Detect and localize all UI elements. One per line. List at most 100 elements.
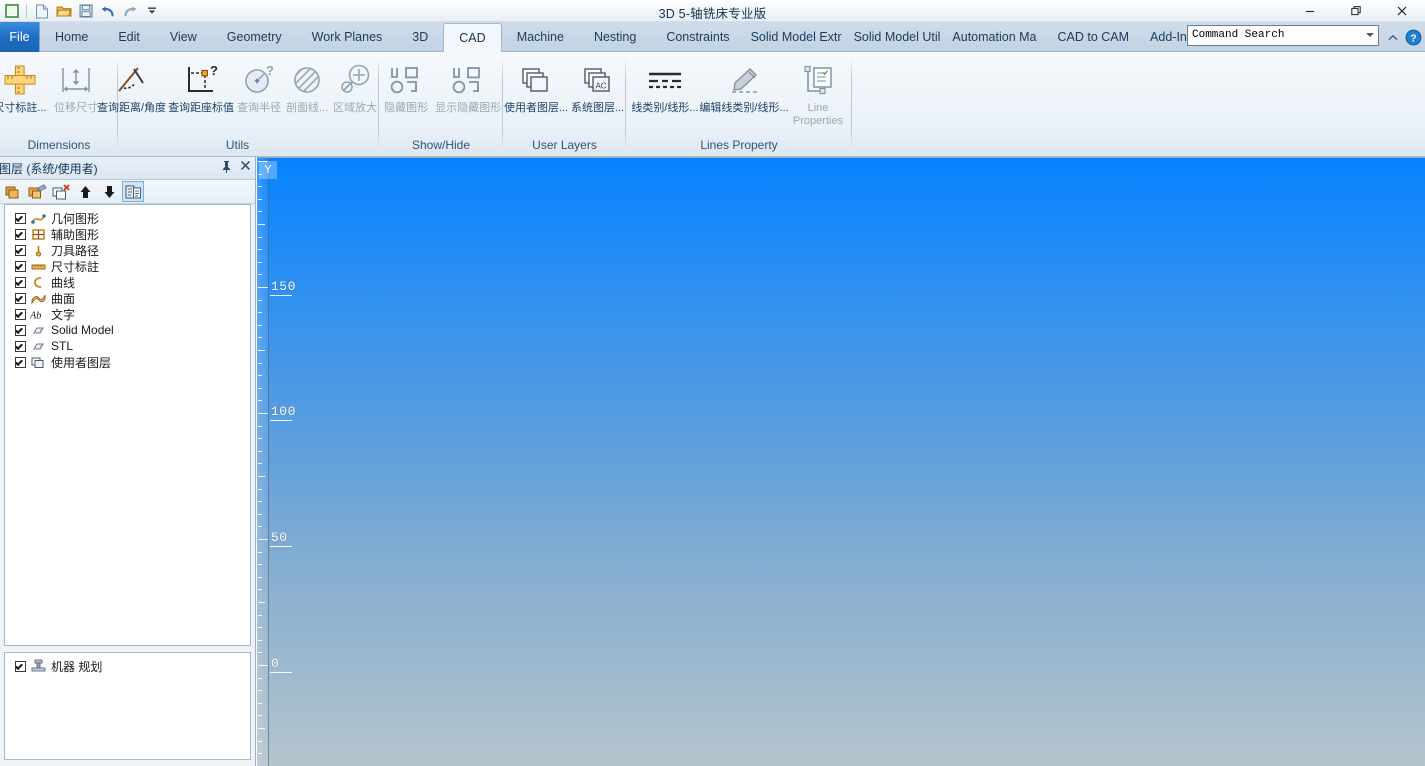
solid-model-icon xyxy=(30,323,47,337)
close-icon[interactable] xyxy=(240,160,251,176)
layer-row[interactable]: STL xyxy=(5,338,250,354)
layer-row[interactable]: 几何图形 xyxy=(5,210,250,226)
tab-label: CAD xyxy=(459,31,486,45)
ribbon-button-hatch-section[interactable]: 剖面线... xyxy=(283,56,331,114)
ribbon-button-query-distance-angle[interactable]: 查询距离/角度 xyxy=(96,56,167,114)
layer-checkbox[interactable] xyxy=(15,260,26,272)
ruler-tick xyxy=(258,438,262,439)
tab-nesting[interactable]: Nesting xyxy=(579,22,651,52)
ruler-tick xyxy=(258,501,262,502)
layer-properties-icon[interactable] xyxy=(122,181,144,202)
ruler-tick xyxy=(258,627,262,628)
layers-panel: 图层 (系统/使用者) 几何图形 辅助图形 刀具路径 尺寸标註曲线 曲面 Ab … xyxy=(0,157,256,766)
ribbon-button-query-coordinate[interactable]: ? 查询距座标值 xyxy=(167,56,235,114)
layer-row[interactable]: 使用者图层 xyxy=(5,354,250,370)
layer-checkbox[interactable] xyxy=(15,228,26,240)
cad-viewport[interactable]: Y 150 100 50 0 xyxy=(257,158,1425,766)
minimize-button[interactable] xyxy=(1287,0,1333,22)
ruler-tick xyxy=(258,274,262,275)
layer-checkbox[interactable] xyxy=(15,244,26,256)
layer-checkbox[interactable] xyxy=(15,308,26,320)
layer-label: Solid Model xyxy=(51,323,114,337)
tab-cad[interactable]: CAD xyxy=(443,23,502,53)
minimize-ribbon-icon[interactable] xyxy=(1383,28,1403,48)
tab-automation-ma[interactable]: Automation Ma xyxy=(946,22,1042,52)
layer-label: 刀具路径 xyxy=(51,243,100,258)
new-layer-icon[interactable] xyxy=(2,181,24,202)
ribbon-button-zoom-region[interactable]: 区域放大 xyxy=(331,56,379,114)
restore-button[interactable] xyxy=(1333,0,1379,22)
layer-row[interactable]: 尺寸标註 xyxy=(5,258,250,274)
tab-geometry[interactable]: Geometry xyxy=(212,22,297,52)
ruler-tick xyxy=(258,300,262,301)
ruler-tick xyxy=(258,526,262,527)
tab-solid-model-extr[interactable]: Solid Model Extr xyxy=(745,22,848,52)
ribbon-button-hide-shapes[interactable]: 隐藏图形 xyxy=(379,56,433,114)
layer-checkbox[interactable] xyxy=(15,276,26,288)
tab-work-planes[interactable]: Work Planes xyxy=(297,22,398,52)
layers-tree[interactable]: 几何图形 辅助图形 刀具路径 尺寸标註 曲线 曲面 Ab 文字 Solid Model STL 使用… xyxy=(4,204,251,646)
ribbon-button-line-type[interactable]: 线类别/线形... xyxy=(629,56,701,114)
layer-row[interactable]: Solid Model xyxy=(5,322,250,338)
ruler-tick xyxy=(258,552,262,553)
ruler-tick xyxy=(258,652,262,653)
stl-icon xyxy=(30,339,47,353)
layer-label: 辅助图形 xyxy=(51,227,100,242)
layer-row[interactable]: 机器 规划 xyxy=(5,658,250,674)
ribbon-label: 显示隐藏图形 xyxy=(435,102,502,114)
ribbon-button-line-properties[interactable]: Line Properties xyxy=(787,56,849,128)
tab-3d[interactable]: 3D xyxy=(397,22,443,52)
tab-file[interactable]: File xyxy=(0,22,40,52)
ribbon-button-dimension-annotate[interactable]: 尺寸标註... xyxy=(0,56,48,114)
chevron-down-icon[interactable] xyxy=(1366,33,1374,37)
close-button[interactable] xyxy=(1379,0,1425,22)
machine-plan-box[interactable]: 机器 规划 xyxy=(4,652,251,760)
tab-cad-to-cam[interactable]: CAD to CAM xyxy=(1043,22,1145,52)
help-question-icon[interactable]: ? xyxy=(1403,27,1423,47)
ruler-tick xyxy=(258,199,262,200)
layer-row[interactable]: 曲面 xyxy=(5,290,250,306)
layer-row[interactable]: 辅助图形 xyxy=(5,226,250,242)
ribbon-button-edit-line-type[interactable]: 编辑线类别/线形... xyxy=(699,56,789,114)
tab-home[interactable]: Home xyxy=(40,22,103,52)
ruler-tick xyxy=(258,451,262,452)
layer-checkbox[interactable] xyxy=(15,356,26,368)
layer-row[interactable]: 刀具路径 xyxy=(5,242,250,258)
arrow-down-icon[interactable] xyxy=(98,181,120,202)
ribbon-group-name: User Layers xyxy=(532,138,597,152)
ribbon-button-show-hidden-shapes[interactable]: 显示隐藏图形 xyxy=(433,56,503,114)
layer-checkbox[interactable] xyxy=(15,660,26,672)
layer-checkbox[interactable] xyxy=(15,212,26,224)
tab-view[interactable]: View xyxy=(155,22,212,52)
ribbon-label: 查询距离/角度 xyxy=(97,102,167,114)
ruler-tick xyxy=(258,388,262,389)
ruler-major-mark xyxy=(270,546,292,547)
edit-layer-icon[interactable] xyxy=(26,181,48,202)
hide-shapes-icon xyxy=(387,58,425,102)
layer-checkbox[interactable] xyxy=(15,292,26,304)
pin-icon[interactable] xyxy=(221,160,232,176)
ribbon-button-user-layers[interactable]: 使用者图层... xyxy=(503,56,569,114)
y-axis-badge: Y xyxy=(259,161,277,179)
ruler-tick xyxy=(258,211,262,212)
layer-checkbox[interactable] xyxy=(15,340,26,352)
arrow-up-icon[interactable] xyxy=(74,181,96,202)
ruler-label: 100 xyxy=(271,404,296,419)
ruler-tick xyxy=(258,262,262,263)
layer-label: 机器 规划 xyxy=(51,659,103,674)
tab-solid-model-util[interactable]: Solid Model Util xyxy=(848,22,947,52)
command-search-input[interactable]: Command Search xyxy=(1187,25,1379,46)
radius-query-icon: ? xyxy=(241,58,277,102)
ribbon-label: 隐藏图形 xyxy=(384,102,429,114)
tab-machine[interactable]: Machine xyxy=(502,22,579,52)
ribbon-button-system-layers[interactable]: AC 系统图层... xyxy=(569,56,626,114)
y-ruler[interactable] xyxy=(257,158,269,766)
layer-checkbox[interactable] xyxy=(15,324,26,336)
delete-layer-icon[interactable] xyxy=(50,181,72,202)
tab-constraints[interactable]: Constraints xyxy=(651,22,744,52)
layer-row[interactable]: Ab 文字 xyxy=(5,306,250,322)
tab-edit[interactable]: Edit xyxy=(103,22,155,52)
layer-row[interactable]: 曲线 xyxy=(5,274,250,290)
ruler-tick xyxy=(258,589,262,590)
ribbon-button-query-radius[interactable]: ? 查询半径 xyxy=(235,56,283,114)
